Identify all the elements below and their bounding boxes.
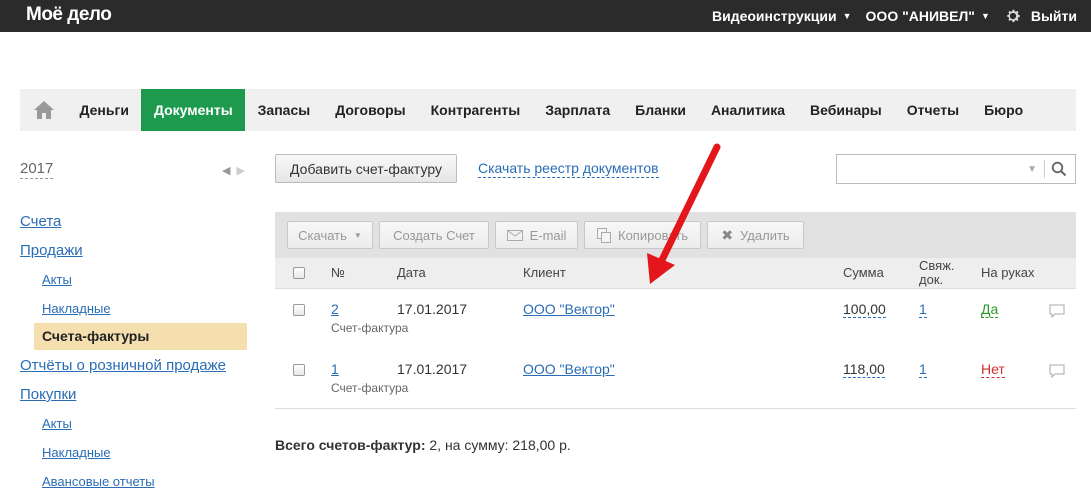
on-hands-status[interactable]: Да bbox=[981, 301, 999, 318]
nav-item-8[interactable]: Вебинары bbox=[798, 89, 895, 131]
main-nav: Деньги Документы Запасы Договоры Контрагенты… bbox=[20, 89, 1076, 131]
comment-icon[interactable] bbox=[1049, 364, 1065, 378]
client-link[interactable]: ООО "Вектор" bbox=[523, 361, 615, 377]
email-label: E-mail bbox=[529, 227, 567, 243]
delete-label: Удалить bbox=[740, 227, 790, 243]
sidebar-item-advance-reports[interactable]: Авансовые отчеты bbox=[42, 474, 155, 489]
chevron-down-icon[interactable]: ▼ bbox=[1027, 164, 1037, 175]
create-invoice-button[interactable]: Создать Счет bbox=[379, 221, 489, 249]
company-menu[interactable]: ООО "АНИВЕЛ" bbox=[866, 8, 975, 24]
app-logo[interactable]: Моё дело bbox=[26, 4, 112, 26]
search-divider bbox=[1044, 160, 1045, 178]
linked-docs-link[interactable]: 1 bbox=[919, 361, 927, 378]
col-linked-line2: док. bbox=[919, 272, 944, 287]
invoice-sum[interactable]: 118,00 bbox=[843, 361, 885, 378]
nav-item-2[interactable]: Запасы bbox=[245, 89, 323, 131]
download-registry-link[interactable]: Скачать реестр документов bbox=[478, 160, 659, 178]
select-all-checkbox[interactable] bbox=[293, 267, 305, 279]
sidebar-item-purchases[interactable]: Покупки bbox=[20, 386, 76, 403]
row-checkbox[interactable] bbox=[293, 304, 305, 316]
search-icon[interactable] bbox=[1051, 161, 1067, 177]
nav-item-7[interactable]: Аналитика bbox=[698, 89, 797, 131]
gear-icon[interactable] bbox=[1004, 7, 1022, 25]
on-hands-status[interactable]: Нет bbox=[981, 361, 1005, 378]
col-sum[interactable]: Сумма bbox=[843, 265, 884, 280]
logout-link[interactable]: Выйти bbox=[1031, 8, 1077, 24]
add-invoice-button[interactable]: Добавить счет-фактуру bbox=[275, 154, 457, 183]
sidebar-item-sales[interactable]: Продажи bbox=[20, 242, 83, 259]
nav-item-6[interactable]: Бланки bbox=[623, 89, 699, 131]
table-toolbar: Скачать ▼ Создать Счет E-mail Копировать… bbox=[275, 212, 1076, 258]
download-label: Скачать bbox=[298, 227, 347, 243]
nav-item-0[interactable]: Деньги bbox=[67, 89, 141, 131]
year-selector[interactable]: 2017 bbox=[20, 160, 54, 179]
sidebar-item-retail-reports[interactable]: Отчёты о розничной продаже bbox=[20, 357, 226, 374]
invoice-date: 17.01.2017 bbox=[397, 301, 468, 317]
table-bottom-divider bbox=[275, 408, 1076, 409]
col-date[interactable]: Дата bbox=[397, 265, 426, 280]
sidebar-item-accounts[interactable]: Счета bbox=[20, 213, 61, 230]
nav-item-3[interactable]: Договоры bbox=[323, 89, 418, 131]
col-linked-docs[interactable]: Свяж. док. bbox=[919, 259, 955, 287]
nav-item-9[interactable]: Отчеты bbox=[894, 89, 971, 131]
top-right-menu: Видеоинструкции ▼ ООО "АНИВЕЛ" ▼ Выйти bbox=[712, 7, 1077, 25]
invoice-number-link[interactable]: 1 bbox=[331, 361, 339, 377]
chevron-right-icon[interactable]: ▶ bbox=[236, 165, 250, 177]
sidebar-item-purchase-waybills[interactable]: Накладные bbox=[42, 445, 111, 460]
table-row[interactable]: 1 Счет-фактура 17.01.2017 ООО "Вектор" 1… bbox=[275, 349, 1076, 409]
invoices-summary: Всего счетов-фактур: 2, на сумму: 218,00… bbox=[275, 437, 571, 453]
table-header: № Дата Клиент Сумма Свяж. док. На руках bbox=[275, 258, 1076, 289]
comment-icon[interactable] bbox=[1049, 304, 1065, 318]
nav-item-5[interactable]: Зарплата bbox=[533, 89, 623, 131]
chevron-left-icon[interactable]: ◀ bbox=[222, 165, 236, 177]
chevron-down-icon[interactable]: ▼ bbox=[981, 11, 990, 21]
linked-docs-link[interactable]: 1 bbox=[919, 301, 927, 318]
nav-item-10[interactable]: Бюро bbox=[972, 89, 1036, 131]
document-type: Счет-фактура bbox=[331, 321, 409, 335]
copy-button[interactable]: Копировать bbox=[584, 221, 701, 249]
col-linked-line1: Свяж. bbox=[919, 258, 955, 273]
sidebar-item-purchase-acts[interactable]: Акты bbox=[42, 416, 72, 431]
chevron-down-icon: ▼ bbox=[353, 230, 362, 240]
sidebar-item-sales-invoices[interactable]: Счета-фактуры bbox=[34, 323, 247, 350]
row-checkbox[interactable] bbox=[293, 364, 305, 376]
delete-button[interactable]: ✖ Удалить bbox=[707, 221, 804, 249]
chevron-down-icon[interactable]: ▼ bbox=[843, 11, 852, 21]
sidebar-item-sales-waybills[interactable]: Накладные bbox=[42, 301, 111, 316]
email-button[interactable]: E-mail bbox=[495, 221, 578, 249]
envelope-icon bbox=[506, 229, 523, 241]
col-number[interactable]: № bbox=[331, 265, 345, 280]
invoice-date: 17.01.2017 bbox=[397, 361, 468, 377]
nav-item-4[interactable]: Контрагенты bbox=[418, 89, 533, 131]
top-bar: Моё дело Видеоинструкции ▼ ООО "АНИВЕЛ" … bbox=[0, 0, 1091, 32]
close-icon: ✖ bbox=[721, 226, 734, 243]
invoice-sum[interactable]: 100,00 bbox=[843, 301, 886, 318]
home-icon[interactable] bbox=[20, 89, 67, 131]
invoice-number-link[interactable]: 2 bbox=[331, 301, 339, 317]
summary-label: Всего счетов-фактур: bbox=[275, 437, 426, 453]
col-on-hands[interactable]: На руках bbox=[981, 265, 1035, 280]
col-client[interactable]: Клиент bbox=[523, 265, 566, 280]
video-instructions-menu[interactable]: Видеоинструкции bbox=[712, 8, 837, 24]
nav-item-1[interactable]: Документы bbox=[141, 89, 246, 131]
year-nav-arrows[interactable]: ◀▶ bbox=[222, 164, 251, 177]
client-link[interactable]: ООО "Вектор" bbox=[523, 301, 615, 317]
document-type: Счет-фактура bbox=[331, 381, 409, 395]
sidebar-item-sales-acts[interactable]: Акты bbox=[42, 272, 72, 287]
copy-icon bbox=[597, 227, 611, 243]
table-row[interactable]: 2 Счет-фактура 17.01.2017 ООО "Вектор" 1… bbox=[275, 289, 1076, 349]
copy-label: Копировать bbox=[618, 227, 688, 243]
download-button[interactable]: Скачать ▼ bbox=[287, 221, 373, 249]
summary-value: 2, на сумму: 218,00 р. bbox=[429, 437, 571, 453]
search-input[interactable]: ▼ bbox=[836, 154, 1076, 184]
